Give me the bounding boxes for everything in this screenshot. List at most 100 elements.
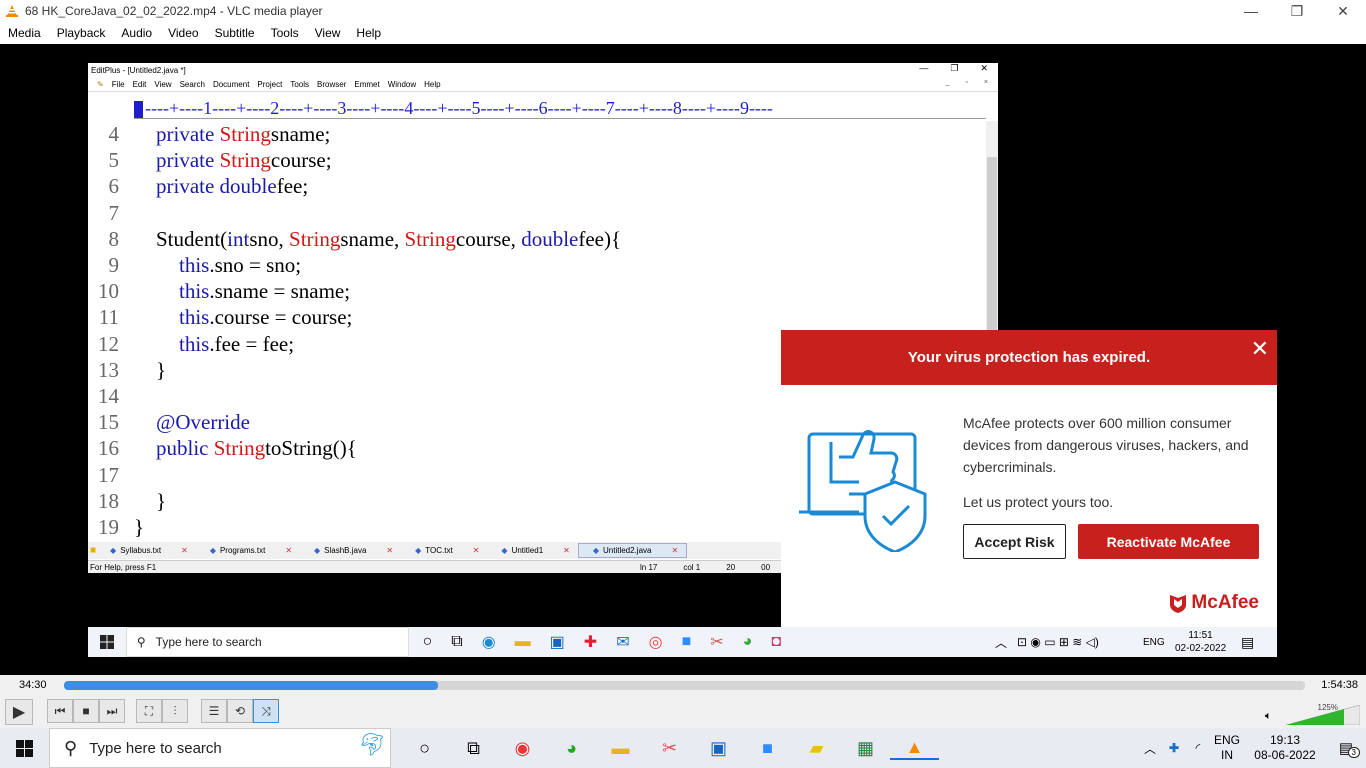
windows-icon [15, 739, 33, 757]
ep-menu-emmet: Emmet [354, 79, 380, 89]
zoom-icon: ■ [681, 633, 692, 650]
line-number: 6 [108, 174, 120, 199]
reactivate-mcafee-button[interactable]: Reactivate McAfee [1078, 524, 1259, 559]
tray-lang[interactable]: ENG [1210, 733, 1244, 748]
extended-settings-button[interactable]: ⫶ [162, 699, 188, 723]
shuffle-icon: ⤨ [261, 703, 271, 718]
onedrive-icon[interactable]: ✚ [1162, 741, 1186, 755]
line-number: 18 [98, 488, 119, 513]
menu-view[interactable]: View [307, 26, 349, 40]
vlc-controls: 34:30 1:54:38 ▶ ⏮ ■ ⏭ ⛶ ⫶ ☰ ⟲ ⤨ 🔈︎ 125% [0, 675, 1366, 728]
task-view-icon[interactable]: ⧉ [449, 738, 498, 759]
menu-audio[interactable]: Audio [113, 26, 160, 40]
line-number: 12 [98, 331, 119, 356]
menu-subtitle[interactable]: Subtitle [207, 26, 263, 40]
seek-bar[interactable] [64, 681, 1305, 690]
file-explorer-icon[interactable]: ▬ [596, 738, 645, 759]
menu-video[interactable]: Video [160, 26, 206, 40]
search-highlight-icon: 🐬︎ [358, 732, 386, 757]
vlc-cone-icon [6, 5, 18, 17]
code-text: this.sno = sno; [179, 253, 302, 277]
tray-icons: ⊡ ◉ ▭ ⊞ ≋ ◁) [1017, 635, 1099, 649]
tray-region[interactable]: IN [1210, 748, 1244, 763]
app-icon: ◘ [771, 633, 781, 650]
tray-date[interactable]: 08-06-2022 [1244, 748, 1326, 763]
maximize-button[interactable]: ❐ [1274, 0, 1320, 22]
code-line: 5 private Stringcourse; [88, 147, 986, 173]
ep-tab: ◆ TOC.txt ✕ [415, 546, 480, 555]
code-line: 9 this.sno = sno; [88, 252, 986, 278]
video-taskbar: ⚲ Type here to search ○ ⧉ ◉ ▬ ▣ ✚ ✉ ◎ ■ … [88, 627, 781, 657]
minimize-button[interactable]: — [1228, 0, 1274, 22]
line-number: 17 [98, 462, 119, 487]
column-ruler: ----+----1----+----2----+----3----+----4… [134, 97, 986, 119]
stop-icon: ■ [82, 704, 90, 718]
mcafee-popup: Your virus protection has expired. ✕ McA… [781, 330, 1277, 627]
code-line: 6 private doublefee; [88, 173, 986, 199]
ep-menu-view: View [154, 79, 172, 89]
notification-icon: ▤ [1241, 633, 1255, 650]
ep-minimize-icon: — [919, 63, 929, 73]
wifi-icon[interactable]: ◜ [1186, 741, 1210, 755]
mail-icon: ✉ [616, 634, 630, 651]
menu-playback[interactable]: Playback [49, 26, 114, 40]
zoom-icon[interactable]: ■ [743, 738, 792, 759]
volume-slider[interactable] [1286, 705, 1360, 725]
tray-chevron-icon[interactable]: ︿ [1138, 740, 1162, 757]
ep-tab-active: ◆ Untitled2.java ✕ [577, 543, 688, 558]
cortana-icon: ○ [422, 633, 433, 650]
snip-icon[interactable]: ✂ [645, 738, 694, 759]
vlc-icon[interactable]: ▲ [890, 737, 939, 760]
next-button[interactable]: ⏭ [99, 699, 125, 723]
code-text: } [134, 515, 145, 539]
mcafee-header: Your virus protection has expired. ✕ [781, 330, 1277, 385]
menu-help[interactable]: Help [348, 26, 389, 40]
menu-media[interactable]: Media [0, 26, 49, 40]
code-text: } [156, 488, 167, 513]
menu-tools[interactable]: Tools [263, 26, 307, 40]
status-num: 20 [726, 562, 736, 572]
code-line: 11 this.course = course; [88, 304, 986, 330]
ep-menu-window: Window [387, 79, 417, 89]
sticky-notes-icon[interactable]: ▰ [792, 738, 841, 759]
ep-tab: ◆ SlashB.java ✕ [314, 546, 394, 555]
stop-button[interactable]: ■ [73, 699, 99, 723]
line-number: 13 [98, 357, 119, 382]
taskbar-search[interactable]: ⚲ Type here to search 🐬︎ [49, 728, 391, 768]
cortana-icon[interactable]: ○ [400, 738, 449, 759]
store-icon[interactable]: ▣ [694, 738, 743, 759]
shuffle-button[interactable]: ⤨ [253, 699, 279, 723]
code-text: private Stringsname; [156, 122, 331, 146]
mcafee-header-text: Your virus protection has expired. [907, 349, 1151, 366]
status-line: ln 17 [640, 562, 658, 572]
accept-risk-button[interactable]: Accept Risk [963, 524, 1066, 559]
loop-button[interactable]: ⟲ [227, 699, 253, 723]
notification-center-icon[interactable]: ▤ 3 [1326, 739, 1366, 758]
previous-button[interactable]: ⏮ [47, 699, 73, 723]
tray-time[interactable]: 19:13 [1244, 733, 1326, 748]
ep-tab: ◆ Untitled1 ✕ [501, 546, 570, 555]
ep-menu-help: Help [424, 79, 441, 89]
fullscreen-button[interactable]: ⛶ [136, 699, 162, 723]
edge-icon: ◉ [481, 634, 496, 651]
line-number: 16 [98, 436, 119, 461]
speaker-icon: 🔈︎ [1265, 710, 1272, 722]
close-icon[interactable]: ✕ [1251, 336, 1269, 362]
play-icon: ▶ [12, 704, 26, 721]
chrome-icon[interactable]: ◕ [547, 738, 596, 759]
thumbs-up-shield-icon [799, 430, 927, 552]
playlist-icon: ☰ [208, 704, 220, 718]
start-button[interactable] [0, 728, 48, 768]
window-title: 68 HK_CoreJava_02_02_2022.mp4 - VLC medi… [25, 4, 323, 18]
code-line: 4 private Stringsname; [88, 121, 986, 147]
code-text: @Override [156, 410, 250, 435]
playlist-button[interactable]: ☰ [201, 699, 227, 723]
excel-icon[interactable]: ▦ [841, 738, 890, 759]
ep-tab: ◆ Syllabus.txt ✕ [110, 546, 188, 555]
record-icon[interactable]: ◉ [498, 738, 547, 759]
ep-menu-browser: Browser [317, 79, 347, 89]
close-button[interactable]: ✕ [1320, 0, 1366, 22]
play-button[interactable]: ▶ [5, 699, 33, 725]
file-explorer-icon: ▬ [514, 633, 531, 650]
status-col: col 1 [683, 562, 701, 572]
